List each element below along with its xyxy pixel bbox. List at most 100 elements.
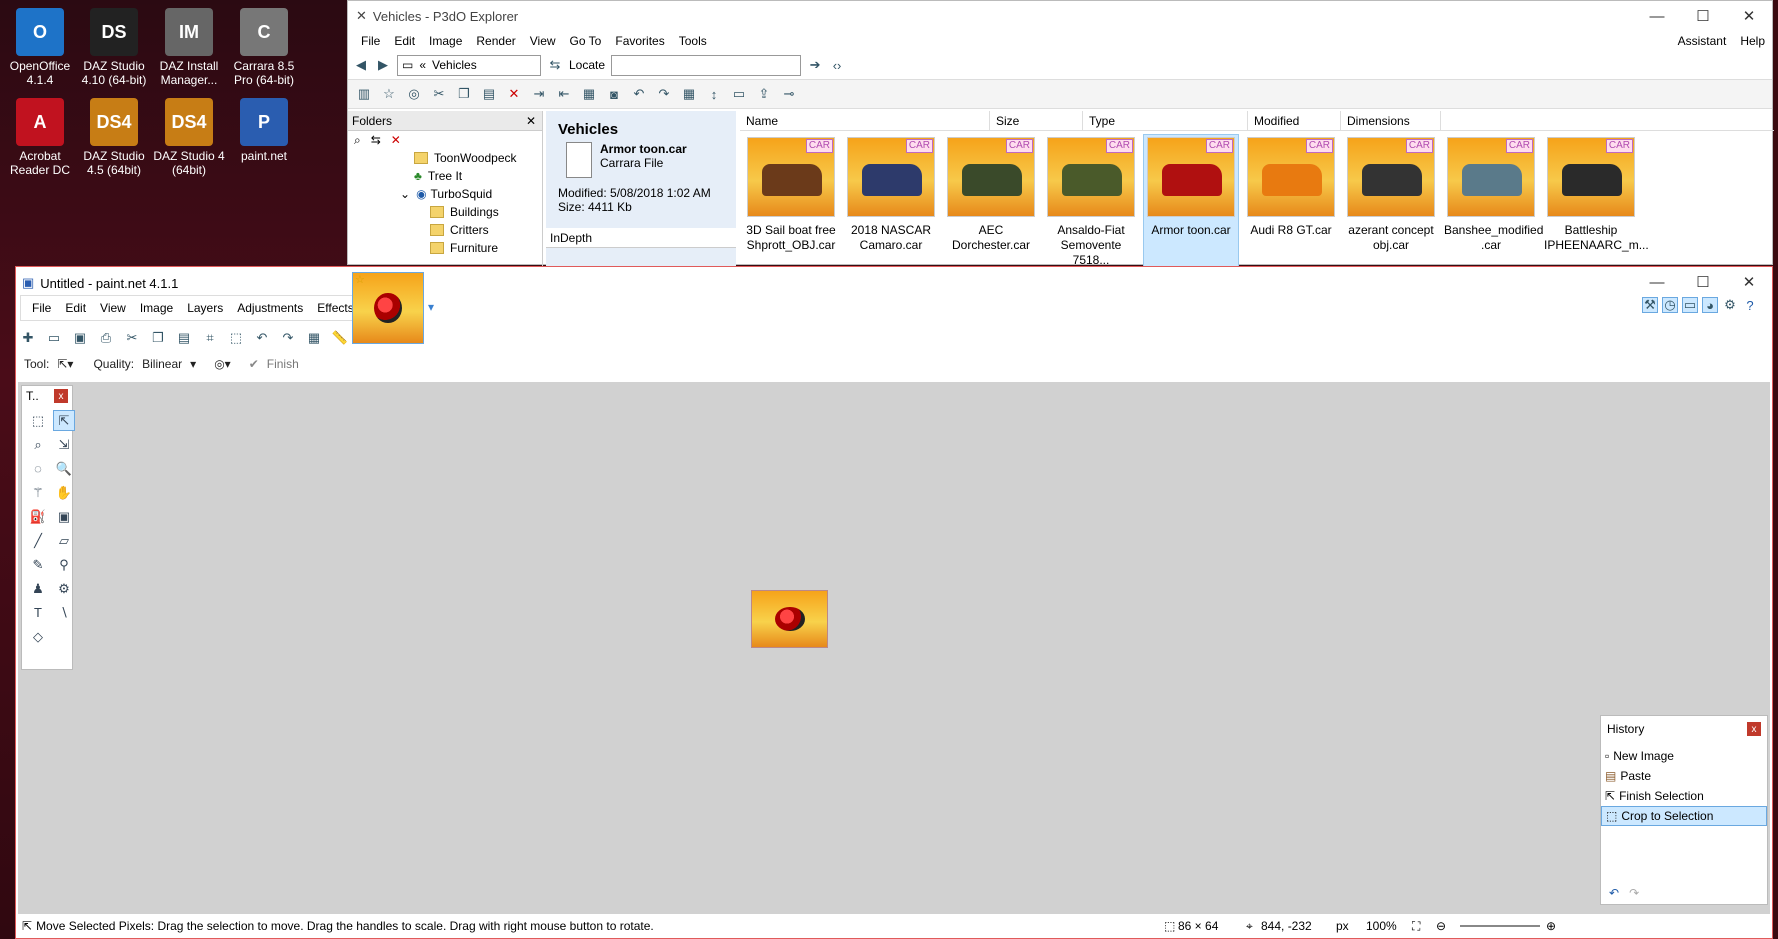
- text-icon[interactable]: T: [27, 602, 49, 623]
- col-dimensions[interactable]: Dimensions: [1341, 111, 1441, 130]
- file-thumbnail[interactable]: CAR 3D Sail boat free Shprott_OBJ.car: [744, 135, 838, 268]
- search-icon[interactable]: ⌕: [354, 133, 361, 148]
- col-type[interactable]: Type: [1083, 111, 1248, 130]
- close-icon[interactable]: x: [54, 389, 68, 403]
- save-icon[interactable]: ▣: [72, 330, 88, 346]
- grid-icon[interactable]: ▦: [306, 330, 322, 346]
- crop-icon[interactable]: ⌗: [202, 330, 218, 346]
- menu-view[interactable]: View: [523, 34, 563, 48]
- bucket-icon[interactable]: ⛽: [27, 506, 49, 527]
- quality-select[interactable]: Bilinear: [142, 357, 182, 371]
- menu-edit[interactable]: Edit: [387, 34, 422, 48]
- code-icon[interactable]: ‹›: [829, 57, 845, 73]
- help-icon[interactable]: ?: [1742, 297, 1758, 313]
- tree-item[interactable]: Furniture: [414, 239, 542, 257]
- menu-assistant[interactable]: Assistant: [1671, 34, 1734, 48]
- desktop-icon[interactable]: A Acrobat Reader DC: [0, 98, 80, 177]
- menu-adjustments[interactable]: Adjustments: [230, 301, 310, 315]
- col-name[interactable]: Name: [740, 111, 990, 130]
- remove-icon[interactable]: ✕: [391, 133, 401, 147]
- image-tab-thumbnail[interactable]: ☆: [352, 272, 424, 344]
- history-item[interactable]: ⬚ Crop to Selection: [1601, 806, 1767, 826]
- undo-icon[interactable]: ↶: [254, 330, 270, 346]
- tree-item[interactable]: ♣ Tree It: [414, 167, 542, 185]
- zoom-in-icon[interactable]: ⊕: [1546, 919, 1556, 933]
- desktop-icon[interactable]: DS DAZ Studio 4.10 (64-bit): [74, 8, 154, 87]
- redo-icon[interactable]: ↷: [280, 330, 296, 346]
- pencil-icon[interactable]: ✎: [27, 554, 49, 575]
- col-size[interactable]: Size: [990, 111, 1083, 130]
- new-icon[interactable]: ✚: [20, 330, 36, 346]
- move-tool-icon[interactable]: ⇱▾: [57, 357, 73, 371]
- magic-wand-icon[interactable]: ⚚: [27, 482, 49, 503]
- file-thumbnail[interactable]: CAR Battleship IPHEENAARC_m...: [1544, 135, 1649, 268]
- layers-toggle-icon[interactable]: ▭: [1682, 297, 1698, 313]
- desktop-icon[interactable]: O OpenOffice 4.1.4: [0, 8, 80, 87]
- locate-input[interactable]: [611, 54, 802, 76]
- history-item[interactable]: ▫ New Image: [1601, 746, 1767, 766]
- menu-tools[interactable]: Tools: [672, 34, 714, 48]
- desktop-icon[interactable]: C Carrara 8.5 Pro (64-bit): [224, 8, 304, 87]
- menu-goto[interactable]: Go To: [563, 34, 609, 48]
- move-selection-icon[interactable]: ⇲: [53, 434, 75, 455]
- file-thumbnail[interactable]: CAR Banshee_modified .car: [1444, 135, 1543, 268]
- paste-icon[interactable]: ▤: [176, 330, 192, 346]
- blend-icon[interactable]: ◎▾: [214, 357, 231, 371]
- redo-icon[interactable]: ↷: [1629, 886, 1639, 900]
- sort-icon[interactable]: ↕: [706, 86, 722, 102]
- menu-file[interactable]: File: [25, 301, 58, 315]
- gradient-icon[interactable]: ▣: [53, 506, 75, 527]
- favorites-icon[interactable]: ☆: [381, 86, 397, 102]
- canvas-area[interactable]: [18, 382, 1770, 914]
- line-icon[interactable]: ∖: [53, 602, 75, 623]
- file-thumbnail[interactable]: CAR Armor toon.car: [1143, 134, 1239, 269]
- desktop-icon[interactable]: DS4 DAZ Studio 4.5 (64bit): [74, 98, 154, 177]
- col-modified[interactable]: Modified: [1248, 111, 1341, 130]
- copy-icon[interactable]: ❐: [150, 330, 166, 346]
- paintbrush-icon[interactable]: ╱: [27, 530, 49, 551]
- panel-icon[interactable]: ▭: [731, 86, 747, 102]
- delete-icon[interactable]: ✕: [506, 86, 522, 102]
- camera-icon[interactable]: ◙: [606, 86, 622, 102]
- menu-image[interactable]: Image: [422, 34, 469, 48]
- zoom-slider[interactable]: [1460, 925, 1540, 927]
- p3do-titlebar[interactable]: ✕ Vehicles - P3dO Explorer: [348, 1, 1772, 31]
- properties-icon[interactable]: ▦: [581, 86, 597, 102]
- close-button[interactable]: ✕: [1726, 267, 1772, 297]
- zoom-value[interactable]: 100%: [1366, 919, 1397, 933]
- minimize-button[interactable]: —: [1634, 267, 1680, 297]
- tree-item[interactable]: ⌄ ◉ TurboSquid: [400, 185, 542, 203]
- ellipse-select-icon[interactable]: ◌: [27, 458, 49, 479]
- clone-stamp-icon[interactable]: ♟: [27, 578, 49, 599]
- history-toggle-icon[interactable]: ◷: [1662, 297, 1678, 313]
- shapes-icon[interactable]: ◇: [27, 626, 49, 647]
- tab-dropdown-icon[interactable]: ▾: [428, 300, 434, 314]
- chevron-down-icon[interactable]: ▾: [190, 357, 196, 371]
- cut-icon[interactable]: ✂: [124, 330, 140, 346]
- close-icon[interactable]: x: [1747, 722, 1761, 736]
- tools-toggle-icon[interactable]: ⚒: [1642, 297, 1658, 313]
- unit-select[interactable]: px: [1336, 919, 1349, 933]
- open-icon[interactable]: ▭: [46, 330, 62, 346]
- deselect-icon[interactable]: ⬚: [228, 330, 244, 346]
- desktop-icon[interactable]: DS4 DAZ Studio 4 (64bit): [149, 98, 229, 177]
- colors-toggle-icon[interactable]: ◕: [1702, 297, 1718, 313]
- undo-icon[interactable]: ↶: [1609, 886, 1619, 900]
- check-icon[interactable]: ✔: [249, 357, 259, 371]
- copy-icon[interactable]: ❐: [456, 86, 472, 102]
- menu-help[interactable]: Help: [1733, 34, 1772, 48]
- menu-view[interactable]: View: [93, 301, 133, 315]
- menu-file[interactable]: File: [354, 34, 387, 48]
- print-icon[interactable]: ⎙: [98, 330, 114, 346]
- address-field[interactable]: ▭ « Vehicles: [397, 54, 541, 76]
- move-icon[interactable]: ⇥: [531, 86, 547, 102]
- refresh-icon[interactable]: ⇆: [547, 57, 563, 73]
- undo-icon[interactable]: ↶: [631, 86, 647, 102]
- tree-item[interactable]: Critters: [414, 221, 542, 239]
- maximize-button[interactable]: ☐: [1680, 1, 1726, 31]
- color-picker-icon[interactable]: ⚲: [53, 554, 75, 575]
- close-button[interactable]: ✕: [1726, 1, 1772, 31]
- minimize-button[interactable]: —: [1634, 1, 1680, 31]
- settings-icon[interactable]: ⚙: [1722, 297, 1738, 313]
- file-thumbnail[interactable]: CAR AEC Dorchester.car: [944, 135, 1038, 268]
